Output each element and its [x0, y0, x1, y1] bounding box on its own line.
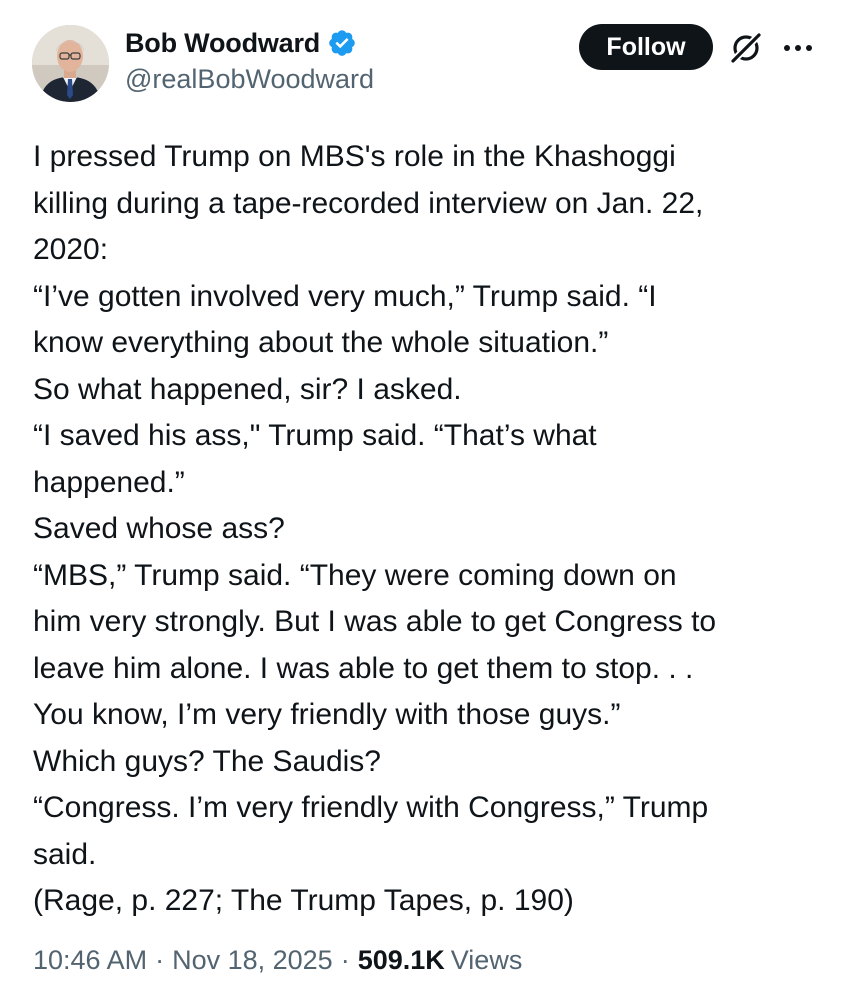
meta-separator: · [155, 945, 165, 975]
views-label[interactable]: Views [451, 945, 523, 976]
grok-icon[interactable] [728, 30, 764, 66]
author-handle[interactable]: @realBobWoodward [125, 64, 374, 95]
post-text: I pressed Trump on MBS's role in the Kha… [33, 134, 823, 925]
post-text-line: I pressed Trump on MBS's role in the Kha… [33, 140, 676, 173]
post-text-line: killing during a tape-recorded interview… [33, 186, 704, 220]
avatar[interactable] [32, 25, 109, 102]
author-name-row: Bob Woodward [125, 26, 357, 60]
post-time[interactable]: 10:46 AM [33, 945, 147, 976]
post: Bob Woodward @realBobWoodward Follow I p… [0, 0, 848, 1000]
post-text-line: (Rage, p. 227; The Trump Tapes, p. 190) [33, 884, 574, 917]
more-horizontal-icon[interactable] [778, 33, 818, 63]
post-text-line: 2020: [33, 233, 109, 266]
post-text-line: leave him alone. I was able to get them … [33, 651, 694, 685]
post-text-line: “MBS,” Trump said. “They were coming dow… [33, 558, 677, 592]
meta-separator: · [340, 945, 350, 975]
post-text-line: know everything about the whole situatio… [33, 326, 609, 359]
avatar-image [32, 25, 109, 102]
post-meta: 10:46 AM · Nov 18, 2025 · 509.1K Views [33, 945, 522, 976]
post-text-line: “I’ve gotten involved very much,” Trump … [33, 279, 657, 313]
post-text-line: So what happened, sir? I asked. [33, 372, 462, 406]
post-text-line: Which guys? The Saudis? [33, 744, 381, 778]
post-date[interactable]: Nov 18, 2025 [172, 945, 333, 976]
post-text-line: him very strongly. But I was able to get… [33, 605, 717, 638]
views-count[interactable]: 509.1K [358, 945, 445, 976]
post-text-line: “I saved his ass," Trump said. “That’s w… [33, 419, 597, 452]
post-text-line: happened.” [33, 465, 185, 499]
post-text-line: You know, I’m very friendly with those g… [33, 698, 621, 731]
author-display-name[interactable]: Bob Woodward [125, 28, 320, 59]
post-text-line: “Congress. I’m very friendly with Congre… [33, 791, 709, 824]
post-text-line: Saved whose ass? [33, 512, 285, 545]
follow-button[interactable]: Follow [579, 24, 713, 70]
verified-badge-icon[interactable] [327, 28, 357, 58]
post-text-line: said. [33, 837, 97, 871]
